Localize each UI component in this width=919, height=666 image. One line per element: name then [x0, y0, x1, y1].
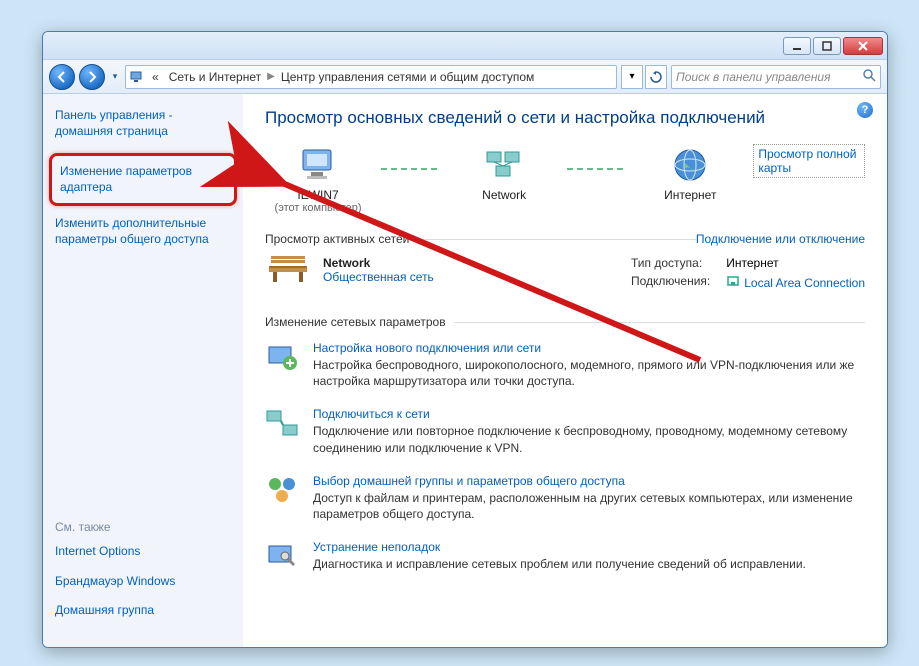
network-center-icon — [130, 69, 146, 85]
chevron-right-icon: ▶ — [267, 71, 275, 82]
access-type-value: Интернет — [726, 256, 865, 270]
change-settings-header: Изменение сетевых параметров — [265, 315, 865, 329]
maximize-button[interactable] — [813, 37, 841, 55]
sidebar-advanced-sharing-link[interactable]: Изменить дополнительные параметры общего… — [55, 216, 231, 247]
titlebar — [43, 32, 887, 60]
task-new-connection: Настройка нового подключения или сети На… — [265, 341, 865, 389]
connection-line-icon — [567, 168, 627, 170]
search-icon — [862, 68, 876, 85]
connect-disconnect-link[interactable]: Подключение или отключение — [696, 232, 865, 246]
connections-label: Подключения: — [631, 274, 710, 291]
connection-name: Local Area Connection — [744, 276, 865, 290]
nav-forward-button[interactable] — [79, 64, 105, 90]
ethernet-icon — [726, 274, 740, 291]
sidebar-home-link[interactable]: Панель управления - домашняя страница — [55, 108, 231, 139]
breadcrumb-network-center[interactable]: Центр управления сетями и общим доступом — [277, 70, 539, 84]
overview-computer-label: IEWIN7 — [297, 188, 338, 202]
sidebar-see-also-header: См. также — [55, 520, 231, 534]
breadcrumb-network-internet[interactable]: Сеть и Интернет — [165, 70, 265, 84]
new-connection-icon — [265, 341, 299, 375]
task-troubleshoot: Устранение неполадок Диагностика и испра… — [265, 540, 865, 574]
task-troubleshoot-link[interactable]: Устранение неполадок — [313, 540, 865, 554]
connection-line-icon — [381, 168, 441, 170]
task-homegroup-desc: Доступ к файлам и принтерам, расположенн… — [313, 490, 865, 522]
sidebar-adapter-settings-link[interactable]: Изменение параметров адаптера — [60, 164, 226, 195]
task-new-connection-link[interactable]: Настройка нового подключения или сети — [313, 341, 865, 355]
control-panel-window: ▾ « Сеть и Интернет ▶ Центр управления с… — [42, 31, 888, 648]
homegroup-icon — [265, 474, 299, 508]
main-content: ? Просмотр основных сведений о сети и на… — [243, 94, 887, 647]
search-input[interactable]: Поиск в панели управления — [671, 65, 881, 89]
task-new-connection-desc: Настройка беспроводного, широкополосного… — [313, 357, 865, 389]
minimize-button[interactable] — [783, 37, 811, 55]
breadcrumb-prefix[interactable]: « — [148, 70, 163, 84]
sidebar-firewall-link[interactable]: Брандмауэр Windows — [55, 574, 231, 590]
task-connect-network: Подключиться к сети Подключение или повт… — [265, 407, 865, 455]
task-troubleshoot-desc: Диагностика и исправление сетевых пробле… — [313, 556, 865, 572]
computer-icon — [297, 144, 339, 186]
active-networks-header: Просмотр активных сетей Подключение или … — [265, 232, 865, 246]
task-homegroup-link[interactable]: Выбор домашней группы и параметров общег… — [313, 474, 865, 488]
close-button[interactable] — [843, 37, 883, 55]
help-icon[interactable]: ? — [857, 102, 873, 118]
connect-network-icon — [265, 407, 299, 441]
view-full-map-link[interactable]: Просмотр полной карты — [753, 144, 865, 178]
overview-internet-label: Интернет — [664, 188, 716, 202]
access-type-label: Тип доступа: — [631, 256, 710, 270]
task-homegroup: Выбор домашней группы и параметров общег… — [265, 474, 865, 522]
refresh-button[interactable] — [645, 65, 667, 89]
active-network-row: Network Общественная сеть Тип доступа: И… — [265, 250, 865, 297]
sidebar-internet-options-link[interactable]: Internet Options — [55, 544, 231, 560]
nav-history-dropdown[interactable]: ▾ — [109, 64, 121, 90]
nav-back-button[interactable] — [49, 64, 75, 90]
overview-internet-node: Интернет — [637, 144, 743, 214]
sidebar: Панель управления - домашняя страница Из… — [43, 94, 243, 647]
network-icon — [483, 144, 525, 186]
public-network-bench-icon — [265, 256, 311, 288]
search-placeholder: Поиск в панели управления — [676, 70, 862, 84]
annotation-highlight-box: Изменение параметров адаптера — [49, 153, 237, 206]
address-bar-buttons: ▾ — [621, 65, 667, 89]
network-map-overview: IEWIN7 (этот компьютер) Network Ин — [265, 144, 865, 214]
task-connect-network-link[interactable]: Подключиться к сети — [313, 407, 865, 421]
change-settings-header-text: Изменение сетевых параметров — [265, 315, 446, 329]
sidebar-homegroup-link[interactable]: Домашняя группа — [55, 603, 231, 619]
connection-link[interactable]: Local Area Connection — [726, 274, 865, 291]
overview-network-label: Network — [482, 188, 526, 202]
task-connect-network-desc: Подключение или повторное подключение к … — [313, 423, 865, 455]
overview-network-node: Network — [451, 144, 557, 214]
network-name: Network — [323, 256, 434, 270]
globe-icon — [669, 144, 711, 186]
active-networks-header-text: Просмотр активных сетей — [265, 232, 409, 246]
page-title: Просмотр основных сведений о сети и наст… — [265, 108, 865, 128]
network-type-link[interactable]: Общественная сеть — [323, 270, 434, 284]
window-body: Панель управления - домашняя страница Из… — [43, 94, 887, 647]
troubleshoot-icon — [265, 540, 299, 574]
address-dropdown-button[interactable]: ▾ — [621, 65, 643, 89]
overview-computer-sublabel: (этот компьютер) — [275, 202, 362, 214]
overview-computer-node: IEWIN7 (этот компьютер) — [265, 144, 371, 214]
navbar: ▾ « Сеть и Интернет ▶ Центр управления с… — [43, 60, 887, 94]
address-bar[interactable]: « Сеть и Интернет ▶ Центр управления сет… — [125, 65, 617, 89]
